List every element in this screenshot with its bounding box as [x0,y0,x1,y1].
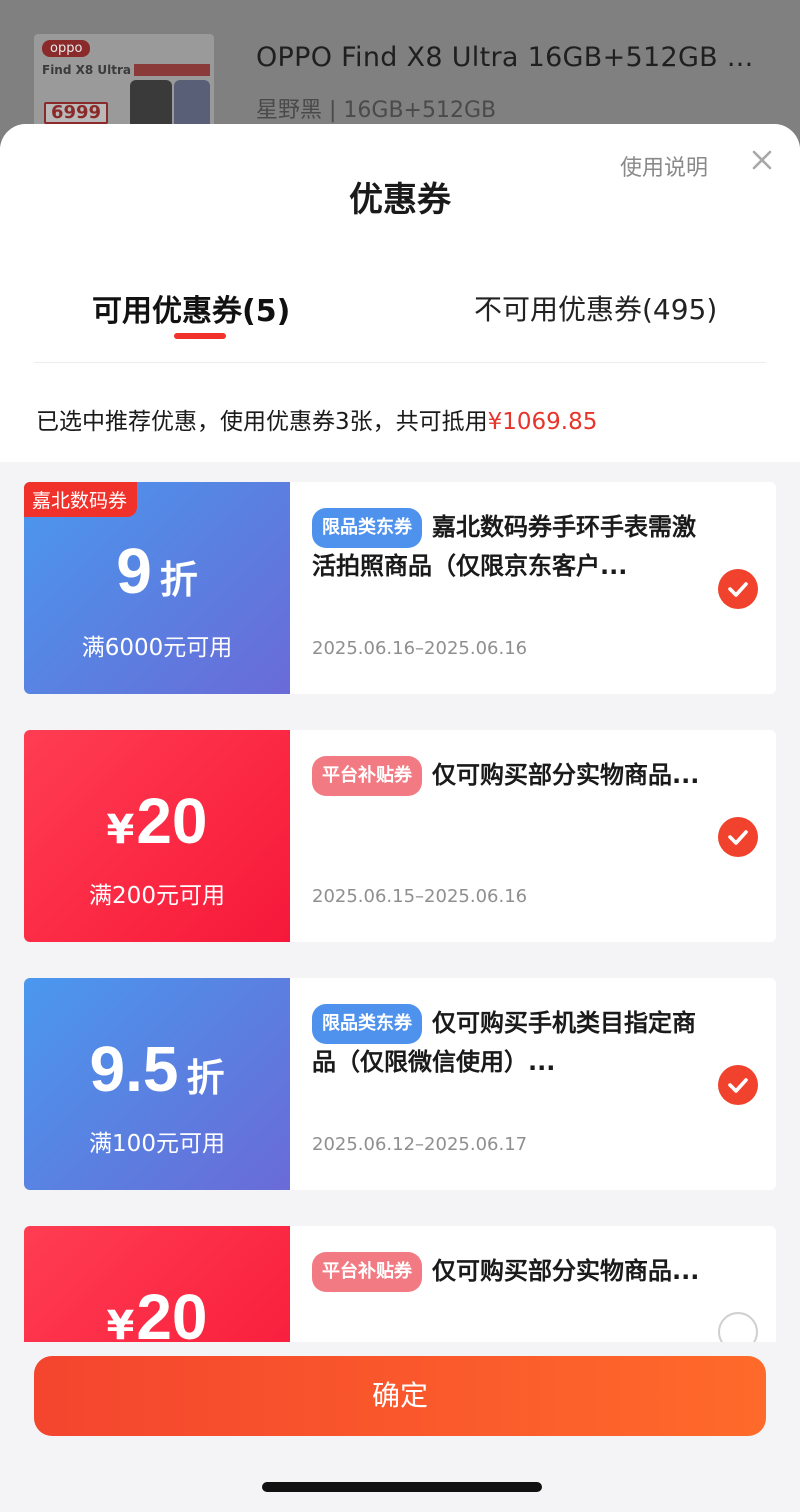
coupon-info: 限品类东券 嘉北数码券手环手表需激活拍照商品（仅限京东客户... 2025.06.… [290,482,776,694]
coupon-condition: 满6000元可用 [81,635,233,661]
coupon-value: 9.5 折 [24,1032,290,1106]
coupon-desc-text: 仅可购买部分实物商品... [432,761,700,789]
coupon-card[interactable]: ¥20 满200元可用 平台补贴券 仅可购买部分实物商品... 2025.06.1… [24,730,776,942]
check-circle-icon[interactable] [718,817,758,857]
coupon-value-panel: ¥20 满200元可用 [24,730,290,942]
coupon-desc-text: 仅可购买部分实物商品... [432,1257,700,1285]
coupon-type-badge: 平台补贴券 [312,1252,422,1292]
coupon-type-badge: 限品类东券 [312,508,422,548]
coupon-value: ¥20 [24,784,290,858]
home-indicator [262,1482,542,1492]
product-header: oppo Find X8 Ultra 6999 OPPO Find X8 Ult… [0,0,800,140]
coupon-value: 9折 [24,534,290,608]
check-circle-icon[interactable] [718,569,758,609]
coupon-card[interactable]: 9.5 折 满100元可用 限品类东券 仅可购买手机类目指定商品（仅限微信使用）..… [24,978,776,1190]
tab-unavailable-coupons[interactable]: 不可用优惠券(495) [474,288,717,328]
close-icon[interactable] [748,146,776,174]
coupon-value-panel: 9.5 折 满100元可用 [24,978,290,1190]
coupon-type-badge: 限品类东券 [312,1004,422,1044]
coupon-type-badge: 平台补贴券 [312,756,422,796]
coupon-description: 平台补贴券 仅可购买部分实物商品... [312,756,712,796]
summary-amount: ¥1069.85 [487,409,598,435]
coupon-amount: 9.5 [89,1033,179,1105]
coupon-description: 限品类东券 嘉北数码券手环手表需激活拍照商品（仅限京东客户... [312,508,712,584]
phone-image-blue [174,80,210,130]
thumb-model-text: Find X8 Ultra [42,63,132,77]
coupon-condition: 满100元可用 [89,1131,225,1157]
active-tab-indicator [174,333,226,339]
coupon-amount: 20 [136,785,208,857]
coupon-amount: 9 [116,535,152,607]
currency-symbol: ¥ [106,807,135,853]
coupon-description: 限品类东券 仅可购买手机类目指定商品（仅限微信使用）... [312,1004,712,1080]
coupon-tag: 嘉北数码券 [24,482,138,517]
phone-image-black [130,80,172,130]
divider [34,362,766,363]
coupon-description: 平台补贴券 仅可购买部分实物商品... [312,1252,712,1292]
thumb-price-tag: 6999 [44,102,108,124]
coupon-valid-dates: 2025.06.16–2025.06.16 [312,638,528,659]
coupon-card[interactable]: 嘉北数码券 9折 满6000元可用 限品类东券 嘉北数码券手环手表需激活拍照商品（… [24,482,776,694]
summary-text: 已选中推荐优惠，使用优惠券3张，共可抵用 [36,409,488,435]
coupon-valid-dates: 2025.06.15–2025.06.16 [312,886,528,907]
confirm-bar: 确定 [0,1342,800,1512]
sheet-header: 使用说明 优惠券 可用优惠券(5) 不可用优惠券(495) 已选中推荐优惠，使用… [0,124,800,462]
coupon-valid-dates: 2025.06.12–2025.06.17 [312,1134,528,1155]
coupon-condition: 满200元可用 [89,883,225,909]
product-title: OPPO Find X8 Ultra 16GB+512GB ... [256,42,754,73]
selection-summary: 已选中推荐优惠，使用优惠券3张，共可抵用¥1069.85 [36,402,597,436]
sheet-title: 优惠券 [349,180,451,220]
coupon-info: 限品类东券 仅可购买手机类目指定商品（仅限微信使用）... 2025.06.12–… [290,978,776,1190]
coupon-value-panel: 嘉北数码券 9折 满6000元可用 [24,482,290,694]
coupon-info: 平台补贴券 仅可购买部分实物商品... 2025.06.15–2025.06.16 [290,730,776,942]
coupon-sheet: 使用说明 优惠券 可用优惠券(5) 不可用优惠券(495) 已选中推荐优惠，使用… [0,124,800,1512]
confirm-button[interactable]: 确定 [34,1356,766,1436]
check-circle-icon[interactable] [718,1065,758,1105]
coupon-unit: 折 [159,558,198,602]
product-variant: 星野黑 | 16GB+512GB [256,98,497,123]
thumb-ribbon [134,64,210,76]
tab-available-coupons[interactable]: 可用优惠券(5) [92,286,290,330]
coupon-unit: 折 [186,1056,225,1100]
oppo-logo: oppo [42,40,91,57]
product-thumbnail: oppo Find X8 Ultra 6999 [34,34,214,130]
